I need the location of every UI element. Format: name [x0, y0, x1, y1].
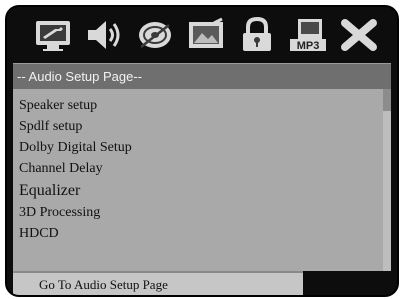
- menu-item-hdcd[interactable]: HDCD: [19, 226, 59, 242]
- menu-scrollbar[interactable]: [383, 89, 391, 271]
- menu-item-3d-processing[interactable]: 3D Processing: [19, 205, 100, 221]
- menu-item-equalizer[interactable]: Equalizer: [19, 182, 80, 200]
- menu-scrollbar-thumb[interactable]: [383, 89, 391, 111]
- menu-item-spdif-setup[interactable]: Spdlf setup: [19, 119, 82, 135]
- exit-icon[interactable]: [337, 15, 381, 55]
- audio-setup-icon[interactable]: [82, 15, 126, 55]
- menu-item-dolby-digital[interactable]: Dolby Digital Setup: [19, 140, 132, 156]
- dolby-setup-icon[interactable]: [133, 15, 177, 55]
- video-setup-icon[interactable]: [184, 15, 228, 55]
- menu-panel: Speaker setup Spdlf setup Dolby Digital …: [13, 89, 391, 271]
- setup-osd-window: MP3 -- Audio Setup Page-- Speaker setup …: [5, 5, 399, 297]
- general-setup-icon[interactable]: [31, 15, 75, 55]
- setup-category-toolbar: MP3: [7, 7, 397, 63]
- menu-item-channel-delay[interactable]: Channel Delay: [19, 161, 103, 177]
- mp3-setup-icon[interactable]: MP3: [286, 15, 330, 55]
- status-text: Go To Audio Setup Page: [39, 277, 168, 292]
- preference-lock-icon[interactable]: [235, 15, 279, 55]
- menu-item-speaker-setup[interactable]: Speaker setup: [19, 98, 97, 114]
- mp3-icon-label: MP3: [297, 40, 320, 52]
- status-bar: Go To Audio Setup Page: [13, 271, 303, 295]
- page-title: -- Audio Setup Page--: [13, 63, 391, 89]
